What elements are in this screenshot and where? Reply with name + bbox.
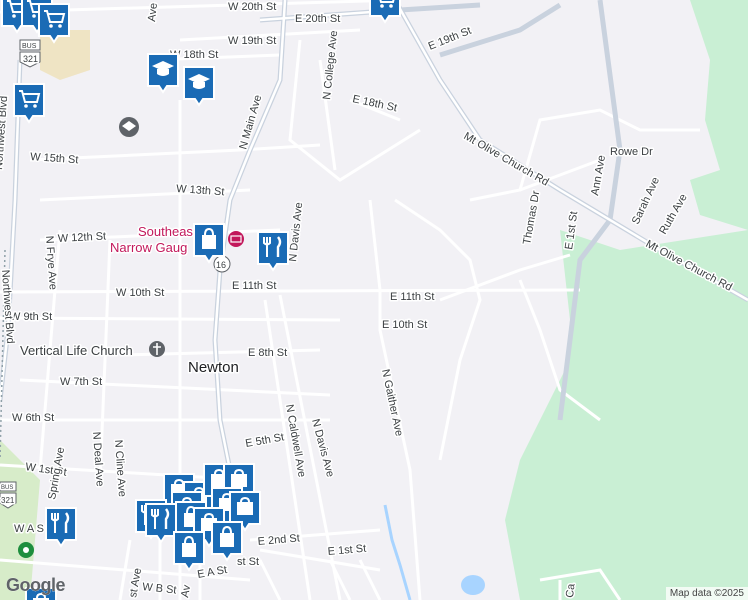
shield-bus-label-south: BUS xyxy=(1,485,13,491)
street-label-ann: Ann Ave xyxy=(589,154,608,196)
street-label-n-college: N College Ave xyxy=(321,30,340,100)
shopping-cart-pin-icon[interactable] xyxy=(37,2,71,44)
school-pin-icon[interactable] xyxy=(182,65,216,107)
street-label-e2nd: E 2nd St xyxy=(257,532,300,548)
restaurant-pin-icon[interactable] xyxy=(256,230,290,272)
street-label-northwest-blvd-north: Northwest Blvd xyxy=(0,96,10,171)
street-label-e10th: E 10th St xyxy=(382,319,427,331)
pond xyxy=(461,575,485,595)
place-label-church: Vertical Life Church xyxy=(20,343,133,358)
map-base: BUS 321 BUS 321 16 W 20th St E 20th St E… xyxy=(0,0,748,600)
street-label-w12th: W 12th St xyxy=(58,230,107,245)
street-label-w19th: W 19th St xyxy=(228,35,276,47)
street-label-w7th: W 7th St xyxy=(60,376,102,388)
street-label-northwest-blvd-south: Northwest Blvd xyxy=(0,269,16,344)
shopping-cart-pin-icon[interactable] xyxy=(368,0,402,24)
school-icon-small xyxy=(119,117,139,137)
museum-icon xyxy=(228,231,244,247)
street-label-w20th: W 20th St xyxy=(228,1,276,13)
street-label-w15th: W 15th St xyxy=(30,151,79,166)
shopping-cart-pin-icon[interactable] xyxy=(12,82,46,124)
street-label-e1st: E 1st St xyxy=(327,543,366,558)
school-pin-icon[interactable] xyxy=(146,52,180,94)
street-label-thomas: Thomas Dr xyxy=(521,190,542,246)
shield-bus-label: BUS xyxy=(22,43,37,50)
street-label-w9th: W 9th St xyxy=(10,311,52,323)
shield-321-label-south: 321 xyxy=(1,496,15,505)
street-label-n-gaither: N Gaither Ave xyxy=(379,368,405,437)
street-label-e5th: E 5th St xyxy=(244,431,285,450)
street-label-n-cline: N Cline Ave xyxy=(112,439,128,497)
street-label-rowe: Rowe Dr xyxy=(610,146,653,158)
church-icon xyxy=(149,341,165,357)
street-label-e11th-east: E 11th St xyxy=(390,291,434,303)
street-label-mt-olive-1: Mt Olive Church Rd xyxy=(462,130,551,188)
street-label-w13th: W 13th St xyxy=(176,183,225,198)
street-label-top-ave: Ave xyxy=(146,2,160,22)
shopping-bag-pin-icon[interactable] xyxy=(192,222,226,264)
street-label-ca-fragment: Ca xyxy=(564,582,577,598)
street-label-e20th: E 20th St xyxy=(295,13,340,25)
shopping-bag-pin-icon[interactable] xyxy=(210,520,244,562)
place-label-southeast-1: Southeas xyxy=(138,224,193,239)
street-label-e11th-west: E 11th St xyxy=(232,280,276,292)
shield-321-label: 321 xyxy=(23,54,38,64)
street-label-n-frye: N Frye Ave xyxy=(43,235,59,290)
street-label-wb: W B St xyxy=(142,581,177,597)
park-area-east xyxy=(505,230,748,600)
street-label-ruth: Ruth Ave xyxy=(657,192,690,236)
street-label-w10th: W 10th St xyxy=(116,287,164,299)
google-logo: Google xyxy=(6,575,66,595)
town-label: Newton xyxy=(188,359,239,376)
shopping-bag-pin-icon[interactable] xyxy=(172,530,206,572)
park-area-northeast xyxy=(690,0,748,230)
restaurant-pin-icon[interactable] xyxy=(44,506,78,548)
street-label-e8th: E 8th St xyxy=(248,347,287,359)
street-label-w6th: W 6th St xyxy=(12,412,54,424)
street-label-av-fragment: Av xyxy=(179,583,193,598)
place-label-southeast-2: Narrow Gaug xyxy=(110,240,187,255)
street-label-wa: W A S xyxy=(14,523,44,535)
creek xyxy=(383,504,412,600)
street-label-sarah: Sarah Ave xyxy=(630,175,662,226)
map-canvas[interactable]: BUS 321 BUS 321 16 W 20th St E 20th St E… xyxy=(0,0,748,600)
map-attribution[interactable]: Map data ©2025 xyxy=(665,587,748,600)
park-place-icon xyxy=(18,542,34,558)
street-label-n-deal: N Deal Ave xyxy=(90,431,106,487)
